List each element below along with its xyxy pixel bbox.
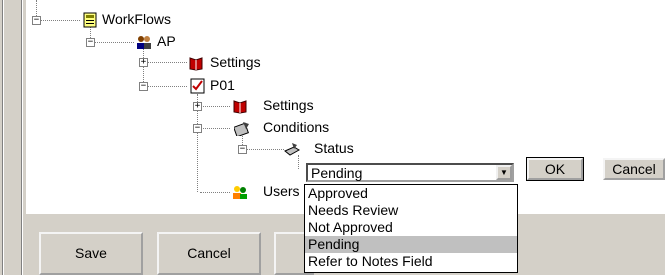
dropdown-arrow-icon[interactable]: ▼ [496, 165, 512, 180]
node-po1[interactable]: P01 [210, 77, 235, 93]
cancel-edit-button[interactable]: Cancel [603, 158, 665, 180]
node-ap-settings[interactable]: Settings [210, 54, 261, 70]
expand-ap-settings-icon[interactable]: + [139, 58, 148, 67]
collapse-po1-icon[interactable]: − [139, 82, 148, 91]
status-select[interactable]: Pending ▼ [306, 163, 514, 182]
status-icon [284, 143, 300, 156]
node-workflows[interactable]: WorkFlows [102, 11, 171, 27]
node-po1-settings[interactable]: Settings [263, 97, 314, 113]
status-option-pending[interactable]: Pending [305, 236, 517, 253]
status-option-needs-review[interactable]: Needs Review [305, 202, 517, 219]
collapse-conditions-icon[interactable]: − [193, 124, 202, 133]
status-select-value: Pending [311, 165, 363, 181]
conditions-icon [234, 122, 249, 136]
settings-book-icon [233, 100, 247, 114]
workflows-icon [83, 12, 97, 28]
checked-document-icon [190, 78, 205, 94]
workflow-tree[interactable]: − − + − + − − WorkFlows AP Settings P01 … [26, 0, 665, 215]
ok-button[interactable]: OK [526, 157, 584, 181]
status-option-approved[interactable]: Approved [305, 185, 517, 202]
users-icon [233, 186, 247, 199]
node-users[interactable]: Users [263, 183, 300, 199]
ap-group-icon [137, 36, 151, 49]
collapse-workflows-icon[interactable]: − [32, 16, 41, 25]
window-frame-left [0, 0, 26, 275]
settings-book-icon [189, 57, 203, 71]
cancel-button[interactable]: Cancel [157, 232, 261, 275]
node-status[interactable]: Status [314, 140, 354, 156]
node-conditions[interactable]: Conditions [263, 119, 329, 135]
save-button[interactable]: Save [39, 232, 143, 275]
status-option-refer-to-notes[interactable]: Refer to Notes Field [305, 253, 517, 270]
node-ap[interactable]: AP [157, 33, 176, 49]
status-options-list[interactable]: Approved Needs Review Not Approved Pendi… [304, 184, 518, 273]
expand-po1-settings-icon[interactable]: + [193, 102, 202, 111]
status-option-not-approved[interactable]: Not Approved [305, 219, 517, 236]
collapse-ap-icon[interactable]: − [86, 38, 95, 47]
collapse-status-icon[interactable]: − [238, 145, 247, 154]
